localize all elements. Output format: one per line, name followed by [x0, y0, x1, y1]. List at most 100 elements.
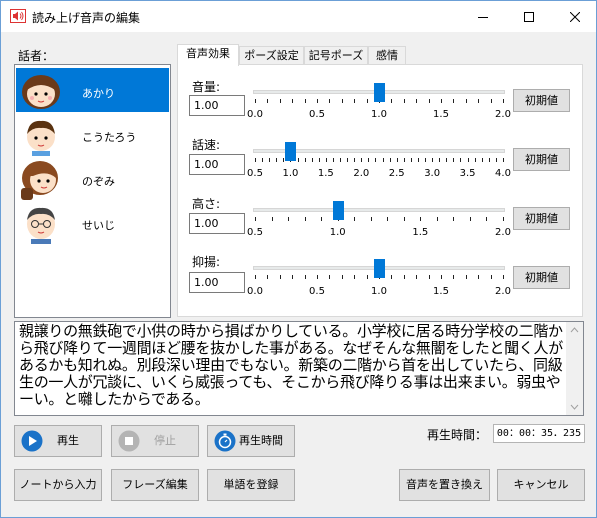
slider-tick-label: 2.5 [388, 168, 405, 179]
maximize-icon [524, 11, 534, 22]
slider-tick [453, 99, 455, 103]
slider-tick [340, 158, 342, 162]
slider-tick [391, 275, 393, 279]
play-time-label: 再生時間 [239, 434, 283, 447]
slider-tick [428, 99, 430, 103]
play-time-button[interactable]: 再生時間 [207, 425, 295, 457]
speaker-name: あかり [82, 87, 115, 100]
nozomi-avatar-icon [21, 161, 58, 200]
title-bar: 読み上げ音声の編集 [1, 1, 596, 32]
slider-tick [416, 99, 418, 103]
slider-tick [329, 99, 331, 103]
speaker-list[interactable]: あかり こうたろう のぞみ せいじ [14, 64, 171, 318]
slider-tick [311, 158, 313, 162]
slider-tick [441, 275, 442, 279]
stop-label: 停止 [154, 434, 176, 447]
slider-tick [354, 158, 356, 162]
slider-tick [341, 99, 343, 103]
maximize-button[interactable] [506, 1, 552, 32]
cancel-button[interactable]: キャンセル [497, 469, 585, 501]
close-button[interactable] [552, 1, 597, 32]
register-word-button[interactable]: 単語を登録 [207, 469, 295, 501]
slider-tick [417, 158, 419, 162]
minimize-button[interactable] [460, 1, 506, 32]
slider-tick-label: 0.5 [247, 227, 263, 238]
slider-tick [460, 158, 462, 162]
slider-tick [366, 99, 368, 103]
minimize-icon [478, 16, 488, 18]
tab-emotion[interactable]: 感情 [368, 46, 406, 65]
slider-tick [368, 158, 370, 162]
slider-tick [304, 217, 306, 221]
intonation-slider-thumb[interactable] [374, 259, 385, 278]
slider-tick [465, 275, 467, 279]
tab-voice-effect[interactable]: 音声効果 [177, 44, 239, 66]
slider-tick [283, 158, 285, 162]
tab-pause-settings[interactable]: ポーズ設定 [239, 46, 304, 65]
slider-tick [420, 217, 422, 221]
slider-tick [269, 158, 271, 162]
text-scrollbar[interactable] [566, 322, 583, 415]
slider-tick [503, 217, 504, 221]
speed-label: 話速: [192, 138, 221, 152]
slider-tick [297, 158, 299, 162]
slider-tick [317, 275, 318, 279]
stop-button[interactable]: 停止 [111, 425, 199, 457]
speaker-name: せいじ [82, 219, 115, 232]
speech-text-area[interactable]: 親譲りの無鉄砲で小供の時から損ばかりしている。小学校に居る時分学校の二階から飛び… [14, 321, 584, 416]
slider-tick [255, 158, 256, 162]
volume-slider-thumb[interactable] [374, 83, 385, 102]
pitch-slider-track[interactable] [253, 208, 505, 212]
input-from-notes-button[interactable]: ノートから入力 [14, 469, 102, 501]
slider-tick-label: 2.0 [353, 168, 370, 179]
edit-voice-window: 読み上げ音声の編集 話者： あかり こうたろう のぞみ せいじ 音声効果 ポーズ… [0, 0, 597, 518]
tab-symbol-pause[interactable]: 記号ポーズ [304, 46, 368, 65]
slider-tick [318, 158, 320, 162]
volume-reset-button[interactable]: 初期値 [513, 89, 570, 112]
slider-tick [271, 217, 273, 221]
volume-input[interactable] [189, 95, 245, 116]
slider-tick [503, 158, 504, 162]
speaker-item-akari[interactable]: あかり [16, 68, 169, 112]
slider-tick [403, 158, 405, 162]
slider-tick [432, 158, 434, 162]
slider-tick [503, 275, 504, 279]
slider-tick [453, 158, 455, 162]
pitch-reset-button[interactable]: 初期値 [513, 207, 570, 230]
slider-tick [467, 158, 469, 162]
speaker-item-kotaro[interactable]: こうたろう [16, 112, 169, 156]
pitch-slider-thumb[interactable] [332, 201, 344, 220]
slider-tick [304, 99, 306, 103]
speaker-label: 話者： [18, 49, 55, 63]
slider-tick [354, 275, 356, 279]
speaker-item-nozomi[interactable]: のぞみ [16, 156, 169, 200]
play-time-value: 00：00：35．235 [493, 424, 585, 443]
slider-tick [276, 158, 278, 162]
kotaro-avatar-icon [27, 120, 55, 156]
slider-tick-label: 1.5 [412, 227, 429, 238]
slider-tick-label: 1.5 [433, 109, 449, 120]
window-title: 読み上げ音声の編集 [32, 11, 141, 25]
play-button[interactable]: 再生 [14, 425, 102, 457]
slider-tick [255, 99, 256, 103]
slider-tick [495, 158, 497, 162]
slider-tick [469, 217, 471, 221]
intonation-input[interactable] [189, 272, 245, 293]
phrase-edit-button[interactable]: フレーズ編集 [111, 469, 199, 501]
speaker-item-seiji[interactable]: せいじ [16, 200, 169, 244]
intonation-reset-button[interactable]: 初期値 [513, 266, 570, 289]
slider-tick [292, 99, 294, 103]
slider-tick [267, 275, 269, 279]
slider-tick-label: 0.5 [309, 286, 325, 297]
speech-text[interactable]: 親譲りの無鉄砲で小供の時から損ばかりしている。小学校に居る時分学校の二階から飛び… [19, 323, 564, 408]
slider-tick [389, 158, 391, 162]
speed-reset-button[interactable]: 初期値 [513, 148, 570, 171]
speed-slider-thumb[interactable] [285, 142, 297, 161]
pitch-label: 高さ: [192, 197, 221, 211]
pitch-input[interactable] [189, 213, 245, 234]
speed-input[interactable] [189, 154, 245, 175]
play-time-label-text: 再生時間： [427, 428, 488, 442]
slider-tick [361, 158, 363, 162]
replace-voice-button[interactable]: 音声を置き換え [399, 469, 490, 501]
slider-tick-label: 1.0 [371, 286, 387, 297]
